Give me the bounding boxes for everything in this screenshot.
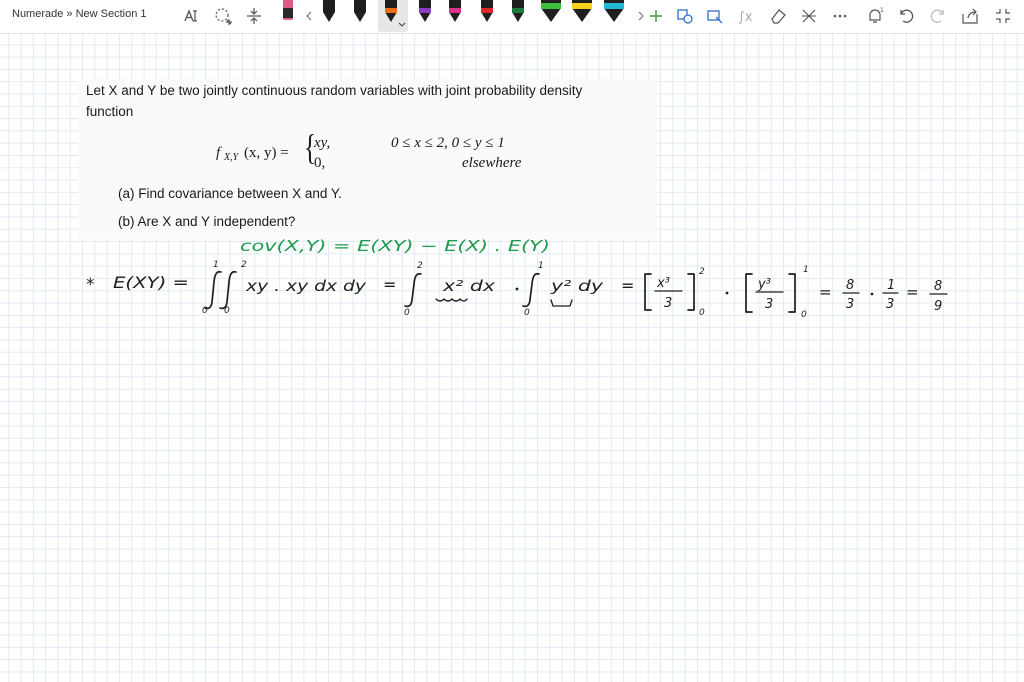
- handwritten-ink-layer[interactable]: cov(X,Y) = E(XY) − E(X) . E(Y) * E(XY) =…: [0, 34, 1024, 682]
- ink-dot-1[interactable]: [515, 287, 519, 291]
- ink-bracket-close-2[interactable]: [788, 273, 796, 313]
- ink-limit-lower-0d[interactable]: 0: [524, 308, 530, 318]
- redo-icon[interactable]: [927, 5, 949, 27]
- ink-bullet[interactable]: *: [86, 275, 95, 295]
- pen-orange-selected-icon[interactable]: [378, 0, 408, 32]
- chevron-right-icon[interactable]: [630, 5, 644, 27]
- ink-equals-2[interactable]: =: [621, 276, 634, 295]
- ink-integral-x[interactable]: [404, 272, 422, 308]
- ink-limit-lower-0a[interactable]: 0: [202, 306, 208, 316]
- ink-dot-3[interactable]: [870, 292, 874, 296]
- pen-purple-icon[interactable]: [414, 0, 436, 32]
- pen-magenta-icon[interactable]: [444, 0, 466, 32]
- ink-limit-upper-2b[interactable]: 2: [417, 261, 423, 271]
- ink-exy[interactable]: E(XY) =: [113, 273, 189, 292]
- ink-eval-upper-1[interactable]: 1: [803, 265, 809, 275]
- ink-y3-numerator[interactable]: y³: [757, 277, 771, 292]
- ink-equals-1[interactable]: =: [383, 275, 396, 294]
- ink-eval-lower-0a[interactable]: 0: [699, 308, 705, 318]
- svg-text:1: 1: [880, 7, 884, 14]
- add-pen-icon[interactable]: [645, 5, 667, 27]
- ink-bracket-close-1[interactable]: [687, 273, 695, 311]
- ink-result-denominator[interactable]: 9: [934, 299, 942, 314]
- more-options-icon[interactable]: [829, 5, 851, 27]
- pen-black-2-icon[interactable]: [349, 0, 371, 32]
- pen-yellow-icon[interactable]: [569, 0, 595, 32]
- ink-x3-numerator[interactable]: x³: [656, 276, 670, 291]
- chevron-left-icon[interactable]: [298, 5, 312, 27]
- ink-x2dx[interactable]: x² dx: [442, 277, 496, 295]
- ink-bracket-open-1[interactable]: [644, 273, 652, 311]
- add-space-icon[interactable]: [243, 5, 265, 27]
- ink-underline-wavy[interactable]: [435, 298, 468, 302]
- ink-limit-upper-1b[interactable]: 1: [538, 261, 544, 271]
- ink-equals-3[interactable]: =: [819, 283, 832, 301]
- pen-red-icon[interactable]: [476, 0, 498, 32]
- ink-x3-denominator[interactable]: 3: [664, 296, 672, 311]
- text-select-icon[interactable]: [181, 5, 203, 27]
- ink-frac1-denominator[interactable]: 3: [846, 297, 854, 312]
- ink-y2dy[interactable]: y² dy: [550, 277, 605, 295]
- ribbon-toolbar: Numerade » New Section 1 ∫x 1: [0, 0, 1024, 34]
- ruler-icon[interactable]: [798, 5, 820, 27]
- ink-to-math-icon[interactable]: ∫x: [735, 5, 757, 27]
- fullscreen-icon[interactable]: [992, 5, 1014, 27]
- ink-result-numerator[interactable]: 8: [934, 279, 942, 294]
- eraser-icon[interactable]: [767, 5, 789, 27]
- ink-limit-lower-0c[interactable]: 0: [404, 308, 410, 318]
- pen-dark-green-icon[interactable]: [507, 0, 529, 32]
- ink-integrand[interactable]: xy . xy dx dy: [245, 277, 368, 295]
- ink-dot-2[interactable]: [725, 291, 729, 295]
- ink-cov-formula[interactable]: cov(X,Y) = E(XY) − E(X) . E(Y): [240, 237, 550, 255]
- ink-to-shape-icon[interactable]: [704, 5, 726, 27]
- notification-bell-icon[interactable]: 1: [864, 5, 886, 27]
- ink-eval-upper-2[interactable]: 2: [699, 267, 705, 277]
- pen-black-1-icon[interactable]: [318, 0, 340, 32]
- ink-frac2-denominator[interactable]: 3: [886, 297, 894, 312]
- ink-integral-sign-2[interactable]: [219, 270, 237, 310]
- lasso-select-icon[interactable]: [212, 5, 234, 27]
- ink-equals-4[interactable]: =: [906, 283, 919, 301]
- ink-integral-y[interactable]: [522, 272, 540, 308]
- ink-underline-bracket[interactable]: [550, 299, 573, 307]
- ink-y3-denominator[interactable]: 3: [765, 297, 773, 312]
- share-icon[interactable]: [959, 5, 981, 27]
- note-canvas[interactable]: Let X and Y be two jointly continuous ra…: [0, 34, 1024, 682]
- undo-icon[interactable]: [895, 5, 917, 27]
- svg-text:∫x: ∫x: [738, 10, 753, 25]
- ink-limit-upper-2[interactable]: 2: [241, 260, 247, 270]
- breadcrumb[interactable]: Numerade » New Section 1: [12, 8, 147, 20]
- ink-eval-lower-0b[interactable]: 0: [801, 310, 807, 320]
- pen-pink-icon[interactable]: [277, 0, 299, 32]
- ink-limit-lower-0b[interactable]: 0: [224, 306, 230, 316]
- shapes-icon[interactable]: [674, 5, 696, 27]
- ink-limit-upper-1[interactable]: 1: [213, 260, 219, 270]
- pen-cyan-icon[interactable]: [601, 0, 627, 32]
- ink-frac1-numerator[interactable]: 8: [846, 278, 854, 293]
- ink-bracket-open-2[interactable]: [745, 273, 753, 313]
- ink-integral-sign-1[interactable]: [204, 270, 222, 310]
- ink-frac2-numerator[interactable]: 1: [887, 278, 895, 293]
- pen-green-icon[interactable]: [538, 0, 564, 32]
